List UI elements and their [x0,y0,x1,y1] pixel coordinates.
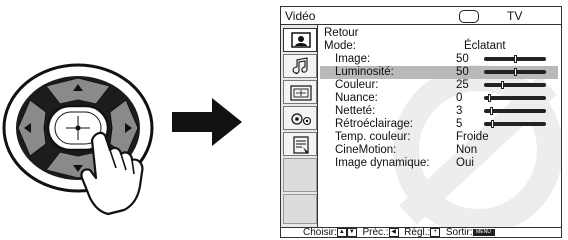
features-icon[interactable] [283,132,317,156]
sidebar-empty-slot [283,194,317,224]
footer-adjust-label: Régl.: [404,227,431,238]
left-key-icon: ◀ [388,227,399,237]
menu-key-icon: MENU [472,228,495,236]
menu-title: Vidéo [285,9,316,23]
nettete-slider[interactable] [484,107,546,115]
osd-content: Retour Mode: Éclatant Image: 50 Luminosi… [318,25,562,227]
setup-icon[interactable] [283,106,317,130]
right-arrow-icon [172,98,242,146]
down-key-icon: ▼ [346,227,357,237]
osd-sidebar [280,25,318,227]
retroeclairage-slider[interactable] [484,120,546,128]
up-key-icon: ▲ [336,227,347,237]
footer-exit-label: Sortir: [445,227,473,238]
tv-input-icon [459,10,479,23]
osd-footer: Choisir: ▲ ▼ Préc.: ◀ Régl.: + Sortir: MENU [280,227,562,238]
tv-osd-menu: Vidéo TV Retour Mode: Éclatant Image: 50… [280,6,562,238]
enter-key-icon: + [430,227,441,237]
input-label: TV [507,9,523,23]
footer-prev-label: Préc.: [362,227,389,238]
sound-icon[interactable] [283,54,317,78]
sidebar-empty-slot [283,158,317,192]
nuance-slider[interactable] [484,94,546,102]
screen-icon[interactable] [283,80,317,104]
picture-settings-icon[interactable] [283,28,317,52]
couleur-slider[interactable] [484,81,546,89]
image-slider[interactable] [484,55,546,63]
luminosite-slider[interactable] [484,68,546,76]
osd-header: Vidéo TV [280,6,562,25]
footer-select-label: Choisir: [303,227,337,238]
